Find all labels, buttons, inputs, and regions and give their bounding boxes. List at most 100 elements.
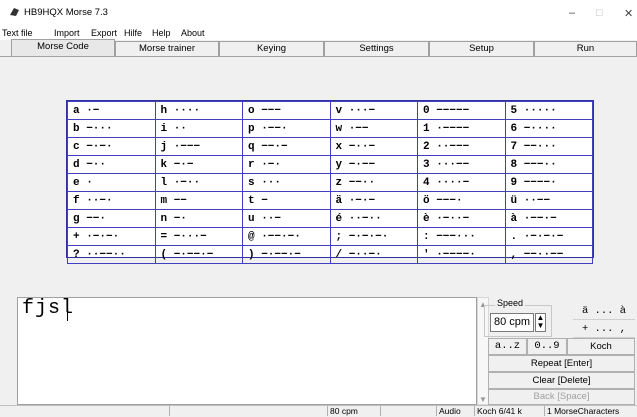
morse-table-cell: ö −−−· xyxy=(417,191,506,210)
morse-table-row: g −−· n −· u ··− é ··−·· è ·−··− à ·−−·− xyxy=(67,209,593,228)
morse-table-cell: l ·−·· xyxy=(154,173,243,192)
punctuation-button[interactable]: + ... , xyxy=(573,321,635,338)
tab-divider xyxy=(0,56,637,57)
tab-morse-trainer[interactable]: Morse trainer xyxy=(115,41,219,56)
tab-keying[interactable]: Keying xyxy=(219,41,324,56)
morse-table-cell: 6 −···· xyxy=(504,119,593,138)
morse-table-row: ? ··−−··( −·−−·−) −·−−·− / −··−· ' ·−−−−·,… xyxy=(67,245,593,264)
morse-text-input[interactable] xyxy=(17,297,477,405)
morse-table-cell: h ···· xyxy=(154,101,243,120)
status-characters: 1 MorseCharacters xyxy=(547,406,620,416)
morse-table-cell: ) −·−−·− xyxy=(242,245,331,264)
morse-table-cell: = −···− xyxy=(154,227,243,246)
menu-help[interactable]: Help xyxy=(152,28,171,38)
morse-table-cell: : −−−··· xyxy=(417,227,506,246)
morse-table-cell: w ·−− xyxy=(329,119,418,138)
morse-table-cell: m −− xyxy=(154,191,243,210)
app-icon xyxy=(9,6,20,17)
morse-table-cell: t − xyxy=(242,191,331,210)
morse-table-cell: r ·−· xyxy=(242,155,331,174)
morse-table-cell: g −−· xyxy=(67,209,156,228)
morse-table-cell: e · xyxy=(67,173,156,192)
clear-button[interactable]: Clear [Delete] xyxy=(488,372,635,389)
morse-table-cell: / −··−· xyxy=(329,245,418,264)
morse-table-cell: ( −·−−·− xyxy=(154,245,243,264)
koch-button[interactable]: Koch xyxy=(567,338,635,355)
morse-table-cell: z −−·· xyxy=(329,173,418,192)
tab-settings[interactable]: Settings xyxy=(324,41,429,56)
tab-morse-code[interactable]: Morse Code xyxy=(11,39,115,56)
morse-table-cell: d −·· xyxy=(67,155,156,174)
morse-table-cell: f ··−· xyxy=(67,191,156,210)
status-koch: Koch 6/41 k xyxy=(475,406,545,416)
window-title: HB9HQX Morse 7.3 xyxy=(24,7,108,18)
morse-table-cell: ü ··−− xyxy=(504,191,593,210)
morse-table-cell: k −·− xyxy=(154,155,243,174)
morse-table-cell: v ···− xyxy=(329,101,418,120)
speed-label: Speed xyxy=(495,298,526,308)
speed-down-icon[interactable]: ▼ xyxy=(536,322,545,330)
morse-table-cell: ä ·−·− xyxy=(329,191,418,210)
letters-button[interactable]: a..z xyxy=(488,338,527,355)
morse-table-cell: u ··− xyxy=(242,209,331,228)
morse-table-cell: è ·−··− xyxy=(417,209,506,228)
morse-table-cell: 1 ·−−−− xyxy=(417,119,506,138)
morse-table-cell: n −· xyxy=(154,209,243,228)
morse-table-row: b −··· i ·· p ·−−· w ·−− 1 ·−−−− 6 −···· xyxy=(67,119,593,138)
morse-table-cell: j ·−−− xyxy=(154,137,243,156)
close-button[interactable]: ✕ xyxy=(624,7,633,20)
morse-table-row: e · l ·−·· s ··· z −−·· 4 ····− 9 −−−−· xyxy=(67,173,593,192)
morse-table-cell: à ·−−·− xyxy=(504,209,593,228)
morse-table-cell: c −·−· xyxy=(67,137,156,156)
menu-about[interactable]: About xyxy=(181,28,205,38)
morse-table-cell: 7 −−··· xyxy=(504,137,593,156)
tab-run[interactable]: Run xyxy=(534,41,637,56)
tab-setup[interactable]: Setup xyxy=(429,41,534,56)
morse-table-cell: ? ··−−·· xyxy=(67,245,156,264)
minimize-button[interactable]: – xyxy=(569,7,575,19)
status-cell-empty-3 xyxy=(381,406,437,416)
morse-table-cell: p ·−−· xyxy=(242,119,331,138)
morse-table-cell: 8 −−−·· xyxy=(504,155,593,174)
status-audio: Audio xyxy=(437,406,475,416)
morse-table-cell: a ·− xyxy=(67,101,156,120)
morse-table-cell: . ·−·−·− xyxy=(504,227,593,246)
morse-table-cell: 2 ··−−− xyxy=(417,137,506,156)
menu-text-file[interactable]: Text file xyxy=(2,28,33,38)
status-cell-empty-2 xyxy=(170,406,328,416)
morse-table-cell: @ ·−−·−· xyxy=(242,227,331,246)
morse-table-row: c −·−· j ·−−− q −−·− x −··− 2 ··−−− 7 −−··· xyxy=(67,137,593,156)
morse-table-cell: + ·−·−· xyxy=(67,227,156,246)
speed-input[interactable]: 80 cpm xyxy=(490,313,534,332)
morse-table-row: f ··−· m −− t − ä ·−·− ö −−−· ü ··−− xyxy=(67,191,593,210)
morse-table-cell: x −··− xyxy=(329,137,418,156)
morse-code-table: a ·− h ···· o −−− v ···− 0 −−−−− 5 ····· b −··… xyxy=(66,100,594,264)
repeat-button[interactable]: Repeat [Enter] xyxy=(488,355,635,372)
morse-table-cell: b −··· xyxy=(67,119,156,138)
morse-table-cell: 4 ····− xyxy=(417,173,506,192)
menu-export[interactable]: Export xyxy=(91,28,117,38)
speed-stepper[interactable]: ▲ ▼ xyxy=(535,313,546,332)
morse-table-cell: q −−·− xyxy=(242,137,331,156)
morse-table-cell: , −−··−− xyxy=(504,245,593,264)
status-speed: 80 cpm xyxy=(328,406,381,416)
morse-table-cell: y −·−− xyxy=(329,155,418,174)
maximize-button[interactable]: □ xyxy=(596,7,603,19)
morse-table-cell: é ··−·· xyxy=(329,209,418,228)
accented-chars-button[interactable]: ä ... à xyxy=(573,303,635,320)
morse-table-row: d −·· k −·− r ·−· y −·−− 3 ···−− 8 −−−·· xyxy=(67,155,593,174)
menu-import[interactable]: Import xyxy=(54,28,80,38)
morse-table-cell: 5 ····· xyxy=(504,101,593,120)
back-button[interactable]: Back [Space] xyxy=(488,389,635,405)
morse-table-cell: 0 −−−−− xyxy=(417,101,506,120)
morse-table-cell: 3 ···−− xyxy=(417,155,506,174)
morse-table-row: + ·−·−· = −···− @ ·−−·−·; −·−·−·: −−−···. … xyxy=(67,227,593,246)
morse-table-cell: 9 −−−−· xyxy=(504,173,593,192)
morse-table-cell: ; −·−·−· xyxy=(329,227,418,246)
scroll-down-icon[interactable]: ▼ xyxy=(479,395,487,404)
morse-table-cell: i ·· xyxy=(154,119,243,138)
status-cell-empty-1 xyxy=(0,406,170,416)
digits-button[interactable]: 0..9 xyxy=(527,338,567,355)
menu-hilfe[interactable]: Hilfe xyxy=(124,28,142,38)
morse-table-cell: ' ·−−−−· xyxy=(417,245,506,264)
